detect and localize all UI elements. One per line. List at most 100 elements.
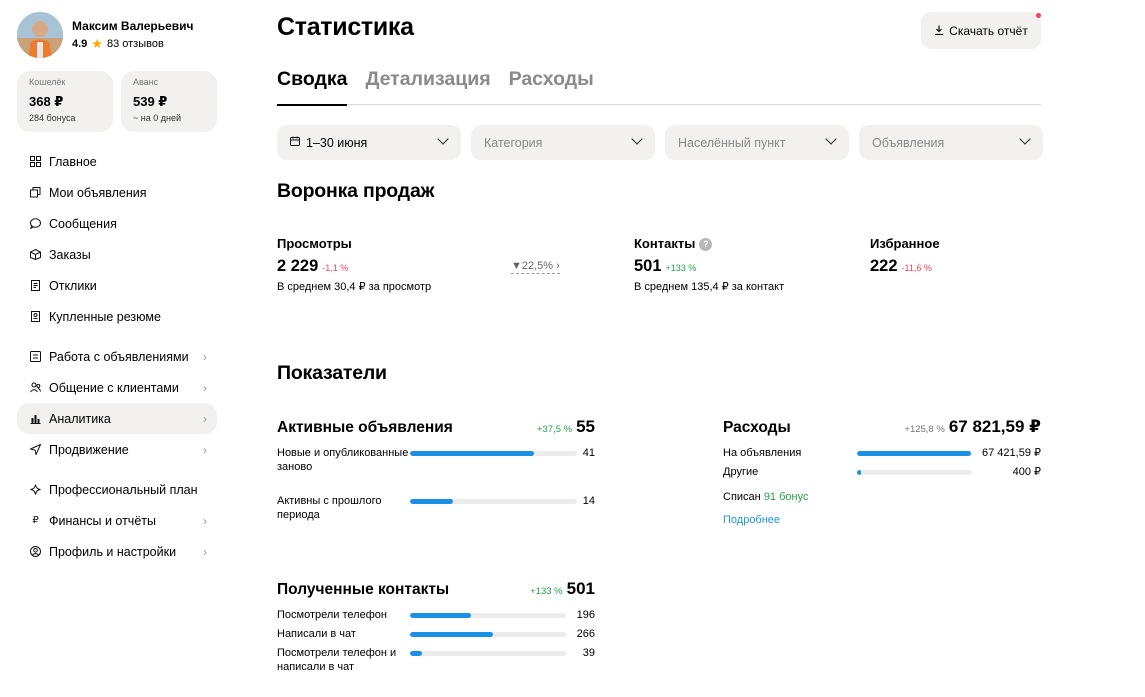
profile-rating[interactable]: 4.9 ★ 83 отзывов	[72, 37, 194, 51]
favorites-label: Избранное	[870, 236, 940, 251]
conversion-rate[interactable]: ▼22,5% ›	[511, 259, 560, 274]
funnel-contacts: Контакты ? 501 +133 % В среднем 135,4 ₽ …	[634, 236, 784, 294]
wallet-bonus: 284 бонуса	[29, 113, 76, 123]
sidebar-item-label: Финансы и отчёты	[49, 513, 156, 528]
sidebar-item-ads-work[interactable]: Работа с объявлениями ›	[17, 341, 217, 372]
sidebar-item-pro-plan[interactable]: Профессиональный план	[17, 474, 217, 505]
profile-name[interactable]: Максим Валерьевич	[72, 19, 194, 34]
views-label: Просмотры	[277, 236, 352, 251]
profile-header[interactable]: Максим Валерьевич 4.9 ★ 83 отзывов	[17, 12, 217, 58]
received-contacts-title: Полученные контакты	[277, 581, 450, 598]
sidebar-item-finance[interactable]: ₽ Финансы и отчёты ›	[17, 505, 217, 536]
star-icon: ★	[91, 36, 103, 51]
sidebar-item-my-ads[interactable]: Мои объявления	[17, 177, 217, 208]
sidebar-item-resumes[interactable]: Купленные резюме	[17, 301, 217, 332]
progress-fill	[857, 470, 861, 475]
written-off-bonus: 91 бонус	[763, 491, 809, 503]
active-ads-title: Активные объявления	[277, 419, 453, 436]
ads-select[interactable]: Объявления	[859, 125, 1043, 160]
sidebar-item-label: Заказы	[49, 247, 91, 262]
sidebar-item-analytics[interactable]: Аналитика ›	[17, 403, 217, 434]
sidebar-item-orders[interactable]: Заказы	[17, 239, 217, 270]
download-report-button[interactable]: Скачать отчёт	[921, 12, 1041, 49]
views-value-row: 2 229 -1,1 %	[277, 256, 431, 278]
ads-placeholder: Объявления	[872, 135, 945, 150]
expenses-total: 67 821,59 ₽	[948, 417, 1041, 436]
written-off-label: Списан	[723, 491, 761, 503]
sidebar-item-clients[interactable]: Общение с клиентами ›	[17, 372, 217, 403]
expenses-delta: +125,8 %	[904, 424, 945, 435]
views-delta: -1,1 %	[322, 263, 349, 273]
received-contacts-block: Полученные контакты +133 % 501 Посмотрел…	[277, 579, 595, 676]
favorites-value: 222	[870, 257, 898, 275]
chat-icon	[30, 218, 41, 229]
active-ads-delta: +37,5 %	[536, 424, 573, 435]
metric-row: Новые и опубликованные заново 41	[277, 446, 595, 490]
period-select[interactable]: 1–30 июня	[277, 125, 461, 160]
ruble-icon: ₽	[32, 515, 39, 526]
progress-bar	[857, 470, 972, 475]
wallets: Кошелёк 368 ₽ 284 бонуса Аванс 539 ₽ ~ н…	[17, 71, 217, 132]
chevron-down-icon	[631, 133, 643, 145]
category-select[interactable]: Категория	[471, 125, 655, 160]
sidebar-item-main[interactable]: Главное	[17, 146, 217, 177]
chevron-right-icon: ›	[203, 442, 207, 457]
advance-card[interactable]: Аванс 539 ₽ ~ на 0 дней	[121, 71, 217, 132]
chevron-right-icon: ›	[556, 260, 560, 272]
help-icon[interactable]: ?	[699, 237, 713, 251]
expenses-title: Расходы	[723, 419, 791, 436]
progress-bar	[410, 632, 566, 637]
tab-summary[interactable]: Сводка	[277, 68, 348, 106]
progress-fill	[410, 632, 493, 637]
sidebar: Максим Валерьевич 4.9 ★ 83 отзывов Кошел…	[17, 12, 217, 567]
contacts-delta: +133 %	[665, 263, 697, 273]
sidebar-item-label: Купленные резюме	[49, 309, 161, 324]
funnel-icon: ▼	[511, 260, 522, 272]
reviews-count: 83 отзывов	[106, 38, 164, 50]
city-select[interactable]: Населённый пункт	[665, 125, 849, 160]
sidebar-item-promotion[interactable]: Продвижение ›	[17, 434, 217, 465]
sidebar-item-profile[interactable]: Профиль и настройки ›	[17, 536, 217, 567]
sidebar-item-label: Аналитика	[49, 411, 111, 426]
sidebar-item-label: Главное	[49, 154, 97, 169]
sidebar-item-responses[interactable]: Отклики	[17, 270, 217, 301]
advance-title: Аванс	[133, 77, 159, 87]
sidebar-item-label: Профессиональный план	[49, 482, 198, 497]
metric-row-value: 196	[576, 609, 595, 621]
received-contacts-delta: +133 %	[530, 586, 563, 597]
user-icon	[30, 546, 41, 557]
metric-row: На объявления 67 421,59 ₽	[723, 446, 1041, 465]
period-value: 1–30 июня	[306, 135, 368, 150]
chevron-down-icon	[1019, 133, 1031, 145]
active-ads-total: 55	[576, 417, 595, 436]
contacts-average: В среднем 135,4 ₽ за контакт	[634, 281, 785, 293]
progress-fill	[410, 499, 453, 504]
progress-bar	[410, 651, 566, 656]
contacts-label: Контакты	[634, 236, 696, 251]
city-placeholder: Населённый пункт	[678, 135, 786, 150]
progress-bar	[410, 451, 577, 456]
views-value: 2 229	[277, 257, 319, 275]
metric-row-label: Посмотрели телефон	[277, 609, 387, 621]
sidebar-item-messages[interactable]: Сообщения	[17, 208, 217, 239]
metric-row: Другие 400 ₽	[723, 465, 1041, 484]
wallet-amount: 368 ₽	[29, 94, 64, 109]
contacts-label-row: Контакты ?	[634, 236, 784, 252]
metrics-title: Показатели	[277, 362, 387, 384]
funnel-views: Просмотры 2 229 -1,1 % В среднем 30,4 ₽ …	[277, 236, 431, 294]
sparkle-icon	[30, 484, 41, 495]
more-link[interactable]: Подробнее	[723, 514, 1041, 526]
progress-bar	[410, 613, 566, 618]
progress-bar	[857, 451, 972, 456]
wallet-card[interactable]: Кошелёк 368 ₽ 284 бонуса	[17, 71, 113, 132]
tab-details[interactable]: Детализация	[365, 68, 490, 105]
rating-score: 4.9	[72, 38, 88, 50]
grid-icon	[30, 156, 41, 167]
sidebar-item-label: Отклики	[49, 278, 97, 293]
metric-row-label: Другие	[723, 466, 759, 478]
avatar[interactable]	[17, 12, 63, 58]
chart-icon	[30, 413, 41, 424]
progress-fill	[410, 451, 535, 456]
chevron-right-icon: ›	[203, 544, 207, 559]
tab-expenses[interactable]: Расходы	[509, 68, 594, 105]
